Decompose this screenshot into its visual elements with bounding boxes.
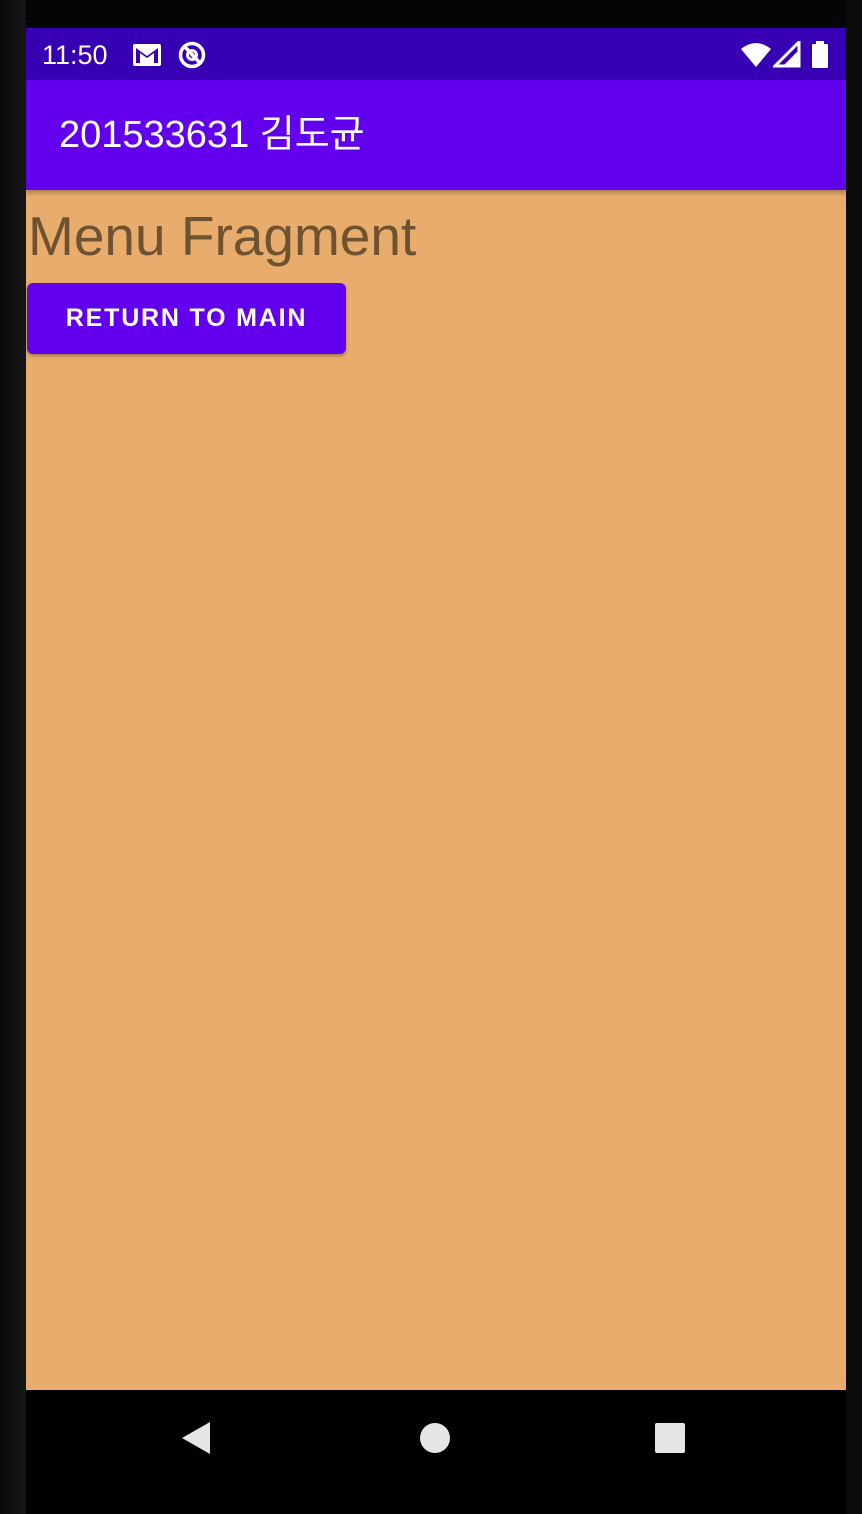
device-frame: 11:50 201533631 김도균 Menu Fragment RETURN… — [0, 0, 862, 1514]
app-bar: 201533631 김도균 — [26, 80, 846, 190]
wifi-icon — [740, 41, 772, 69]
back-icon[interactable] — [176, 1418, 216, 1458]
gmail-icon — [132, 41, 162, 69]
fragment-title: Menu Fragment — [28, 205, 417, 267]
recents-icon[interactable] — [650, 1418, 690, 1458]
return-to-main-button[interactable]: RETURN TO MAIN — [27, 283, 346, 354]
phone-screen: 11:50 201533631 김도균 Menu Fragment RETURN… — [26, 28, 846, 1390]
device-bezel-left — [0, 0, 26, 1514]
navigation-bar — [26, 1390, 846, 1514]
status-bar: 11:50 — [26, 28, 846, 80]
home-icon[interactable] — [415, 1418, 455, 1458]
app-title: 201533631 김도균 — [59, 114, 365, 156]
battery-icon — [810, 41, 830, 69]
menu-fragment-content: Menu Fragment RETURN TO MAIN — [26, 190, 846, 1390]
status-time: 11:50 — [42, 40, 108, 70]
at-sign-icon — [177, 41, 207, 69]
cellular-signal-icon — [771, 38, 803, 69]
device-bezel-right — [846, 0, 862, 1514]
